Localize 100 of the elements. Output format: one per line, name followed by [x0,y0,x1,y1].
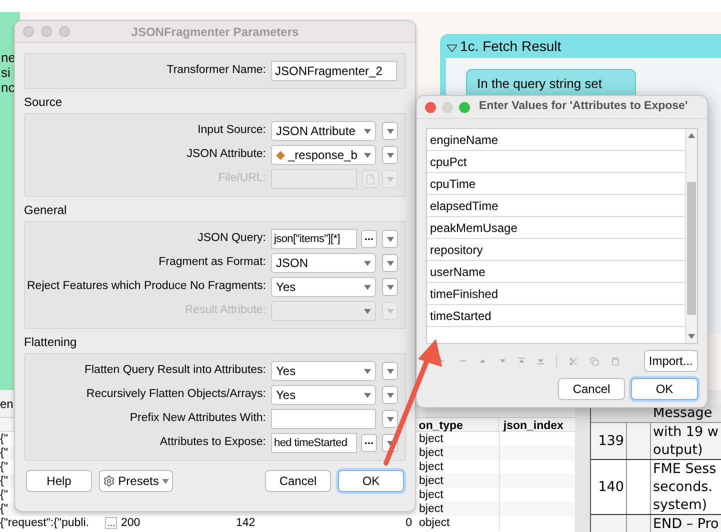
dialog-button[interactable]: OK [338,470,404,492]
copy-icon[interactable] [590,356,599,366]
caret-icon [364,308,371,314]
caret-icon [386,236,394,242]
log-message: END – Pro [653,515,719,532]
section-heading: Source [24,95,62,110]
log-message: output) [653,441,704,459]
file-icon [365,174,376,184]
dialog-button[interactable]: Help [26,470,92,492]
window-control[interactable] [41,26,52,37]
list-item[interactable]: cpuTime [427,173,685,195]
dialog-button[interactable]: OK [631,378,698,400]
scrollbar-thumb[interactable] [687,182,696,315]
list-item[interactable]: peakMemUsage [427,217,685,239]
menu-button[interactable] [382,410,398,428]
presets-button[interactable]: Presets [99,470,173,492]
more-button[interactable]: ... [105,517,117,529]
input-field[interactable]: JSONFragmenter_2 [271,61,397,81]
menu-button[interactable] [382,230,398,248]
table-cell: bject [419,489,444,501]
dialog-button[interactable]: Cancel [558,378,625,400]
move-bottom-icon[interactable] [537,357,544,365]
list-item[interactable]: repository [427,239,685,261]
attribute-icon [276,150,285,160]
column-header: json_index [502,419,564,431]
caret-icon [386,176,394,182]
input-field[interactable]: json["items"][*] [271,229,357,249]
caret-icon [386,368,394,374]
table-cell: 142 [236,517,256,529]
dropdown[interactable]: Yes [271,361,376,381]
table-cell: {" [0,502,8,516]
close-button[interactable] [425,102,436,112]
field-label: JSON Attribute: [186,147,266,162]
field-label: JSON Query: [198,231,266,246]
field-label: Attributes to Expose: [160,435,266,450]
menu-button[interactable] [382,122,398,140]
table-cell: object [419,517,450,529]
section-heading: Flattening [24,335,77,350]
paste-icon[interactable] [610,356,620,366]
field-label: Reject Features which Produce No Fragments: [27,279,266,294]
list-item[interactable]: timeStarted [427,305,685,327]
move-down-icon[interactable] [498,357,506,365]
table-cell: 200 [121,517,140,529]
caret-icon [364,152,371,158]
table-cell: {"request":{"publi. [0,516,89,530]
move-up-icon[interactable] [479,357,487,365]
bookmark-title: 1c. Fetch Result [460,36,562,56]
caret-icon [386,152,394,158]
list-item[interactable]: userName [427,261,685,283]
caret-icon [364,368,371,374]
dropdown[interactable]: _response_b [271,145,376,165]
zoom-button[interactable] [459,102,470,112]
cut-icon[interactable] [569,356,578,366]
text-fragment: en [0,396,14,412]
log-message: system) [653,496,708,514]
field-label: Flatten Query Result into Attributes: [84,363,266,378]
scrollbar[interactable] [685,129,697,343]
dropdown[interactable]: Yes [271,277,376,297]
menu-button[interactable] [382,146,398,164]
text-fragment: si [1,65,12,80]
column-header: Message [652,404,712,422]
ellipsis-button[interactable]: ... [361,434,377,452]
window-title: JSONFragmenter Parameters [131,24,299,40]
window-control[interactable] [59,26,70,37]
field-label: Input Source: [198,123,266,138]
table-cell: bject [419,433,444,445]
menu-button[interactable] [382,278,398,296]
caret-icon [364,128,371,134]
file-button[interactable] [362,170,379,188]
input-field[interactable]: hed timeStarted [271,433,357,453]
field-label: Transformer Name: [166,63,266,78]
list-item[interactable]: timeFinished [427,283,685,305]
dialog-button[interactable]: Cancel [265,470,331,492]
dropdown[interactable]: Yes [271,385,376,405]
caret-icon [386,392,394,398]
list-item[interactable]: engineName [427,129,685,151]
table-cell: {" [0,446,8,460]
dropdown[interactable]: JSON [271,253,376,273]
table-cell: bject [419,461,444,473]
table-cell: {" [0,474,8,488]
move-top-icon[interactable] [518,357,526,365]
input-field[interactable] [271,409,376,429]
ellipsis-button[interactable]: ... [361,230,377,248]
table-cell: bject [419,503,444,515]
caret-icon [386,128,394,134]
caret-icon [386,308,394,314]
collapse-triangle-icon[interactable] [447,44,457,52]
table-cell: bject [419,475,444,487]
import-button[interactable]: Import... [644,350,698,372]
caret-icon [386,260,394,266]
list-item[interactable]: cpuPct [427,151,685,173]
menu-button[interactable] [382,362,398,380]
menu-button[interactable] [382,386,398,404]
window-control[interactable] [23,26,34,37]
list-item[interactable]: elapsedTime [427,195,685,217]
caret-icon [688,133,695,138]
menu-button[interactable] [382,254,398,272]
minimize-button[interactable] [442,102,453,112]
dropdown[interactable]: JSON Attribute [271,121,376,141]
table-cell: 0 [406,516,412,530]
